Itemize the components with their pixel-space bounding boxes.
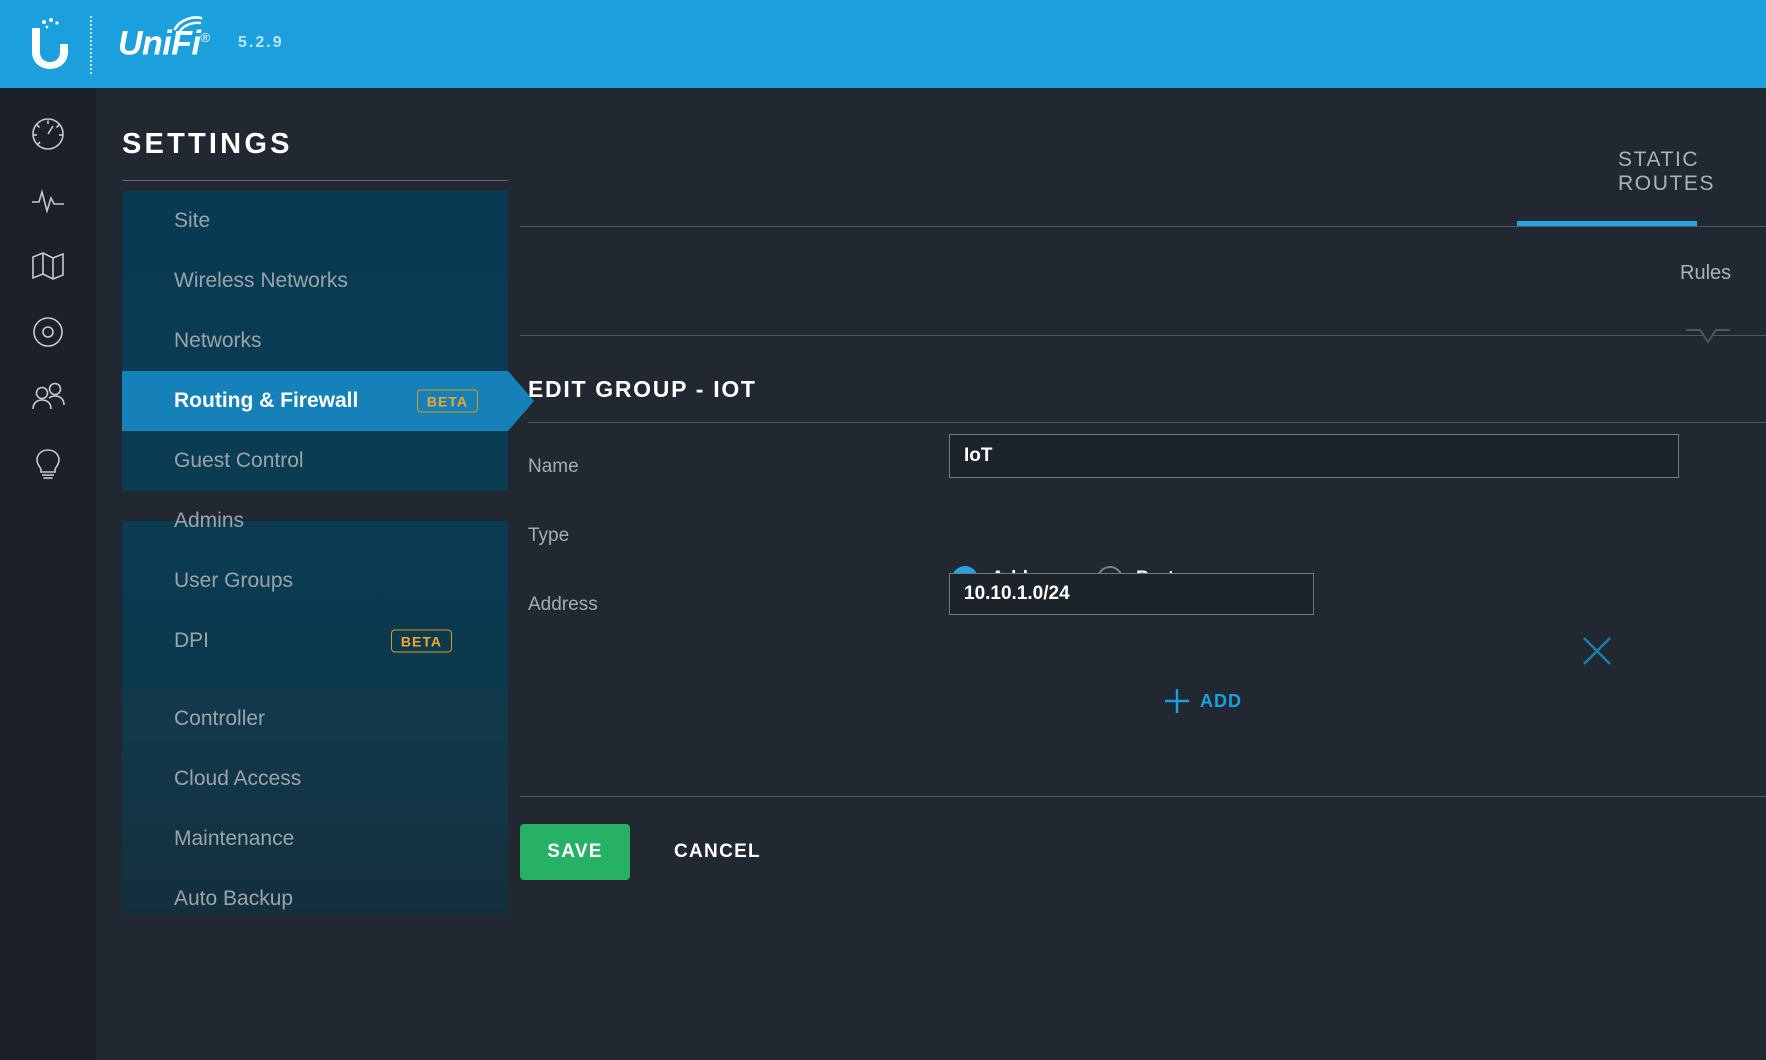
sidebar-item-cloud-access[interactable]: Cloud Access <box>122 749 508 809</box>
address-field-label: Address <box>528 594 598 615</box>
sidebar-item-guest-control[interactable]: Guest Control <box>122 431 508 491</box>
sidebar-item-label: Guest Control <box>174 449 304 472</box>
sidebar-item-label: Admins <box>174 509 245 532</box>
add-label: ADD <box>1200 690 1242 711</box>
version-label: 5.2.9 <box>238 34 284 51</box>
beta-badge: BETA <box>416 389 478 413</box>
header-divider <box>90 16 92 74</box>
cancel-button[interactable]: CANCEL <box>674 824 761 880</box>
sidebar-item-admins[interactable]: Admins <box>122 491 508 551</box>
page-title: SETTINGS <box>122 128 293 160</box>
sidebar-item-label: DPI <box>174 629 210 652</box>
primary-nav-rail <box>0 88 96 1060</box>
top-bar: UniFi® 5.2.9 <box>0 0 1766 88</box>
dashboard-icon[interactable] <box>16 102 80 166</box>
unifi-controller-window: UniFi® 5.2.9 SETTINGS Site Wireless Netw… <box>0 0 1766 1060</box>
map-icon[interactable] <box>16 234 80 298</box>
add-address-button[interactable]: ADD <box>1164 688 1242 714</box>
sidebar-item-user-groups[interactable]: User Groups <box>122 551 508 611</box>
sidebar-item-routing-and-firewall[interactable]: Routing & Firewall BETA <box>122 371 534 431</box>
active-subtab-notch-icon <box>1686 329 1730 345</box>
sidebar-item-label: Controller <box>174 707 266 730</box>
plus-icon <box>1164 688 1190 714</box>
tab-rules[interactable]: Rules <box>1680 262 1731 285</box>
sidebar-item-wireless-networks[interactable]: Wireless Networks <box>122 251 508 311</box>
sidebar-item-label: Maintenance <box>174 827 295 850</box>
save-button[interactable]: SAVE <box>520 824 630 880</box>
ubiquiti-logo[interactable] <box>22 14 78 74</box>
active-tab-underline <box>1517 221 1697 226</box>
sidebar-item-networks[interactable]: Networks <box>122 311 508 371</box>
main-tabs-divider <box>520 226 1766 227</box>
sub-tabs: Rules Groups <box>520 246 1766 314</box>
name-input[interactable] <box>949 434 1679 478</box>
clients-icon[interactable] <box>16 366 80 430</box>
statistics-icon[interactable] <box>16 168 80 232</box>
close-x-icon[interactable] <box>1579 633 1615 669</box>
title-divider <box>122 180 508 181</box>
beta-badge: BETA <box>390 629 452 653</box>
sidebar-item-label: Auto Backup <box>174 887 294 910</box>
sidebar-item-maintenance[interactable]: Maintenance <box>122 809 508 869</box>
sidebar-item-label: User Groups <box>174 569 294 592</box>
address-input[interactable] <box>949 573 1314 615</box>
type-field-label: Type <box>528 525 570 546</box>
tab-static-routes[interactable]: STATIC ROUTES <box>1618 148 1766 196</box>
devices-icon[interactable] <box>16 300 80 364</box>
sidebar-item-label: Wireless Networks <box>174 269 348 292</box>
sidebar-item-label: Site <box>174 209 211 232</box>
actions-divider <box>520 796 1766 797</box>
wifi-arc-icon <box>171 12 205 34</box>
sidebar-item-controller[interactable]: Controller <box>122 689 508 749</box>
sidebar-item-label: Routing & Firewall <box>174 389 359 412</box>
insights-icon[interactable] <box>16 432 80 496</box>
name-field-label: Name <box>528 456 579 477</box>
settings-content: SETTINGS Site Wireless Networks Networks… <box>96 88 1766 1060</box>
main-tabs: STATIC ROUTES FIREWALL <box>520 126 1766 204</box>
sidebar-item-dpi[interactable]: DPI BETA <box>122 611 508 671</box>
form-heading: EDIT GROUP - IOT <box>528 376 757 402</box>
sidebar-item-label: Networks <box>174 329 262 352</box>
sidebar-item-site[interactable]: Site <box>122 191 508 251</box>
sidebar-item-auto-backup[interactable]: Auto Backup <box>122 869 508 929</box>
sub-tabs-divider <box>520 335 1766 336</box>
form-heading-divider <box>528 422 1766 423</box>
sidebar-item-label: Cloud Access <box>174 767 302 790</box>
